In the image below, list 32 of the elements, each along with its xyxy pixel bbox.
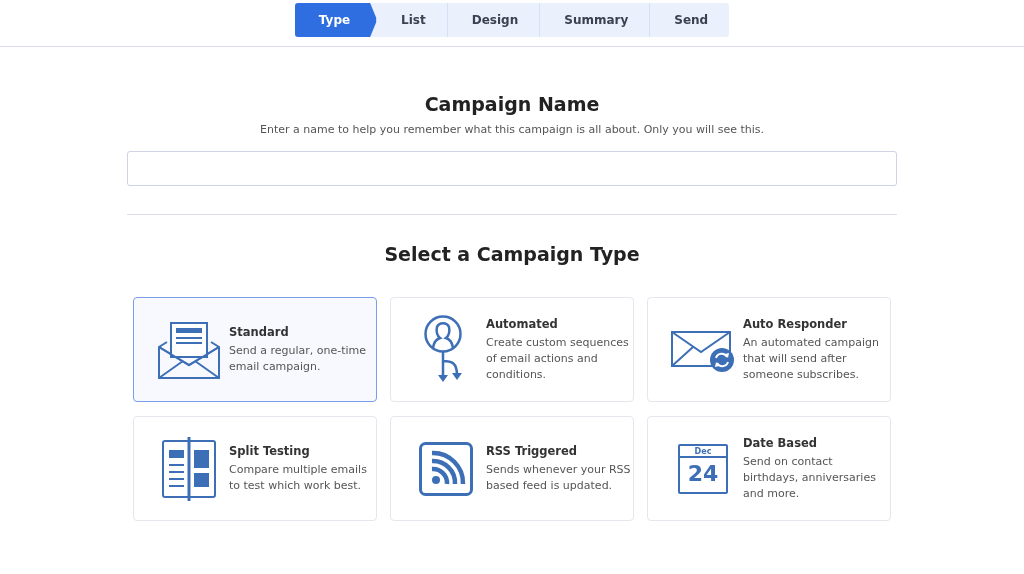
campaign-type-card[interactable]: Automated Create custom sequences of email actions and conditions.	[390, 297, 634, 402]
section-title: Select a Campaign Type	[384, 243, 640, 265]
rss-icon	[419, 441, 473, 496]
card-title: RSS Triggered	[486, 443, 579, 458]
step-tab[interactable]: List	[377, 3, 448, 37]
split-document-icon	[162, 436, 216, 501]
card-description: Compare multiple emails to test which work best.	[229, 461, 368, 494]
name-input-field[interactable]	[127, 151, 897, 186]
step-tab[interactable]: Summary	[540, 3, 651, 37]
step-tab[interactable]: Type	[294, 3, 378, 37]
campaign-type-card[interactable]: Standard Send a regular, one-time email campaign.	[133, 297, 377, 402]
campaign-type-card[interactable]: Split Testing Compare multiple emails to test which work best.	[133, 416, 377, 521]
step-tab[interactable]: Send	[650, 3, 730, 37]
campaign-type-card[interactable]: Dec 24 Date Based Send on contact birthdays, anniversaries and more.	[647, 416, 891, 521]
card-description: An automated campaign that will send after someone subscribes.	[743, 334, 880, 383]
section-title: Campaign Name	[424, 93, 600, 115]
campaign-type-card[interactable]: RSS Triggered Sends whenever your RSS based feed is updated.	[390, 416, 634, 521]
campaign-type-card[interactable]: Auto Responder An automated campaign that will send after someone subscribes.	[647, 297, 891, 402]
card-title: Auto Responder	[743, 316, 848, 331]
envelope-letter-icon	[158, 320, 220, 379]
card-title: Standard	[229, 324, 290, 339]
calendar-day: 24	[687, 458, 719, 489]
card-description: Send a regular, one-time email campaign.	[229, 342, 368, 375]
calendar-month: Dec	[680, 446, 726, 458]
card-description: Sends whenever your RSS based feed is updated.	[486, 461, 631, 494]
card-description: Send on contact birthdays, anniversaries and more.	[743, 453, 877, 502]
section-hint: Enter a name to help you remember what this campaign is all about. Only you will see this.	[259, 123, 765, 136]
card-title: Date Based	[743, 435, 818, 450]
card-title: Split Testing	[229, 443, 311, 458]
card-title: Automated	[486, 316, 559, 331]
step-tab[interactable]: Design	[447, 3, 541, 37]
card-description: Create custom sequences of email actions and conditions.	[486, 334, 630, 383]
